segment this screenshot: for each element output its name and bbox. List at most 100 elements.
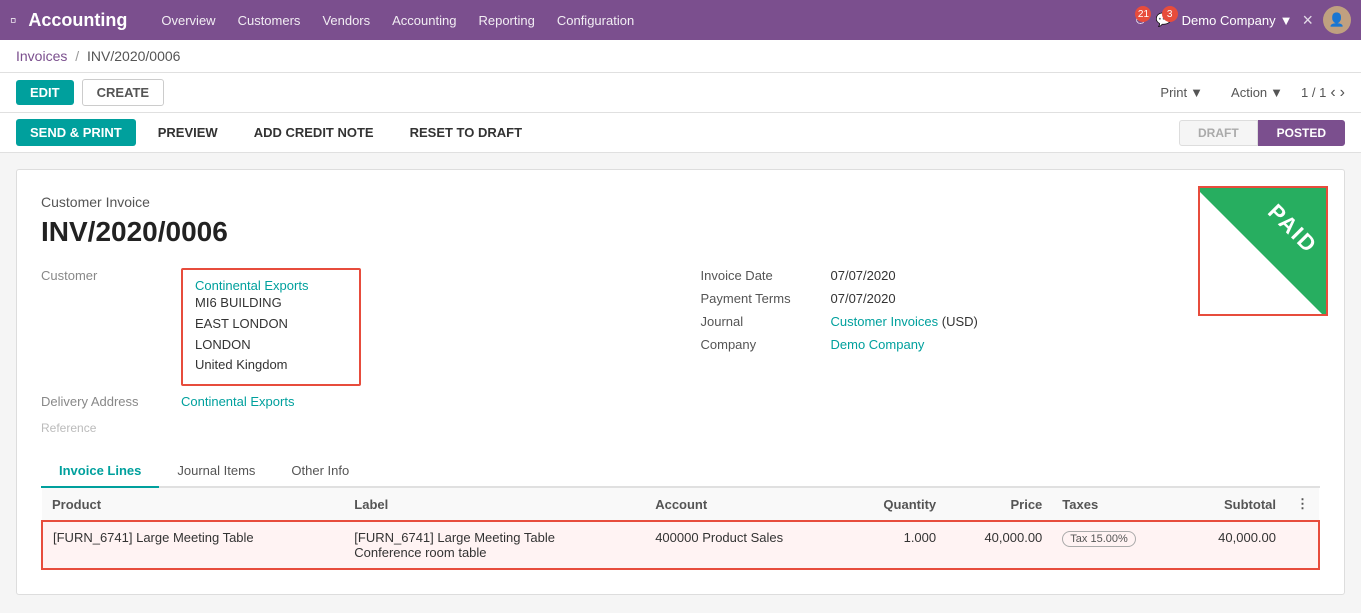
main-content: PAID Customer Invoice INV/2020/0006 Cust… <box>0 153 1361 611</box>
add-credit-note-button[interactable]: ADD CREDIT NOTE <box>240 119 388 146</box>
status-draft[interactable]: DRAFT <box>1179 120 1258 146</box>
grid-icon[interactable]: ▫ <box>10 10 16 31</box>
cell-quantity: 1.000 <box>847 521 946 569</box>
customer-address: MI6 BUILDING EAST LONDON LONDON United K… <box>195 293 347 376</box>
company-name-label: Demo Company <box>1182 13 1276 28</box>
customer-box: Continental Exports MI6 BUILDING EAST LO… <box>181 268 361 386</box>
chat-button[interactable]: 💬 3 <box>1155 12 1171 28</box>
col-price: Price <box>946 488 1052 521</box>
label-line1: [FURN_6741] Large Meeting Table <box>354 530 635 545</box>
breadcrumb-current: INV/2020/0006 <box>87 48 180 64</box>
payment-terms-label: Payment Terms <box>701 291 831 306</box>
table-row: [FURN_6741] Large Meeting Table [FURN_67… <box>42 521 1319 569</box>
reference-label: Reference <box>41 421 661 435</box>
customer-label: Customer <box>41 268 181 283</box>
cell-account: 400000 Product Sales <box>645 521 847 569</box>
send-print-button[interactable]: SEND & PRINT <box>16 119 136 146</box>
company-row: Company Demo Company <box>701 337 1321 352</box>
col-label: Label <box>344 488 645 521</box>
company-label: Company <box>701 337 831 352</box>
action-label: Action <box>1231 85 1267 100</box>
print-label: Print <box>1160 85 1187 100</box>
status-bar: DRAFT POSTED <box>1179 120 1345 146</box>
breadcrumb-parent[interactable]: Invoices <box>16 48 67 64</box>
cell-label: [FURN_6741] Large Meeting Table Conferen… <box>344 521 645 569</box>
invoice-type: Customer Invoice <box>41 194 1320 210</box>
invoice-date-value: 07/07/2020 <box>831 268 896 283</box>
edit-button[interactable]: EDIT <box>16 80 74 105</box>
journal-label: Journal <box>701 314 831 329</box>
nav-overview[interactable]: Overview <box>153 13 223 28</box>
tab-invoice-lines[interactable]: Invoice Lines <box>41 455 159 488</box>
chevron-down-icon: ▼ <box>1280 13 1293 28</box>
company-selector[interactable]: Demo Company ▼ <box>1182 13 1293 28</box>
journal-value-link[interactable]: Customer Invoices <box>831 314 939 329</box>
delivery-address-label: Delivery Address <box>41 394 181 409</box>
close-button[interactable]: × <box>1302 10 1313 31</box>
col-account: Account <box>645 488 847 521</box>
tab-journal-items[interactable]: Journal Items <box>159 455 273 488</box>
action-bar: EDIT CREATE Print ▼ Action ▼ 1 / 1 ‹ › <box>0 73 1361 113</box>
invoice-number: INV/2020/0006 <box>41 216 1320 248</box>
secondary-bar: SEND & PRINT PREVIEW ADD CREDIT NOTE RES… <box>0 113 1361 153</box>
paid-stamp-wrapper: PAID <box>1198 186 1328 316</box>
address-line3: LONDON <box>195 335 347 356</box>
tab-other-info[interactable]: Other Info <box>273 455 367 488</box>
invoice-card: PAID Customer Invoice INV/2020/0006 Cust… <box>16 169 1345 595</box>
avatar[interactable]: 👤 <box>1323 6 1351 34</box>
col-taxes: Taxes <box>1052 488 1179 521</box>
user-icon: 👤 <box>1329 12 1345 28</box>
cell-options <box>1286 521 1319 569</box>
invoice-table: Product Label Account Quantity Price Tax… <box>41 488 1320 570</box>
journal-row: Journal Customer Invoices (USD) <box>701 314 1321 329</box>
nav-vendors[interactable]: Vendors <box>314 13 378 28</box>
next-page-button[interactable]: › <box>1340 84 1345 102</box>
col-options: ⋮ <box>1286 488 1319 521</box>
cell-product: [FURN_6741] Large Meeting Table <box>42 521 344 569</box>
payment-terms-value: 07/07/2020 <box>831 291 896 306</box>
reset-to-draft-button[interactable]: RESET TO DRAFT <box>396 119 536 146</box>
col-subtotal: Subtotal <box>1180 488 1286 521</box>
address-line2: EAST LONDON <box>195 314 347 335</box>
app-name: Accounting <box>28 10 127 31</box>
address-line1: MI6 BUILDING <box>195 293 347 314</box>
breadcrumb-separator: / <box>75 48 79 64</box>
nav-customers[interactable]: Customers <box>230 13 309 28</box>
preview-button[interactable]: PREVIEW <box>144 119 232 146</box>
top-navigation: ▫ Accounting Overview Customers Vendors … <box>0 0 1361 40</box>
pagination: 1 / 1 ‹ › <box>1301 84 1345 102</box>
print-chevron-icon: ▼ <box>1190 85 1203 100</box>
status-posted[interactable]: POSTED <box>1258 120 1345 146</box>
cell-subtotal: 40,000.00 <box>1180 521 1286 569</box>
delivery-field-row: Delivery Address Continental Exports <box>41 394 661 413</box>
delivery-address-value[interactable]: Continental Exports <box>181 394 294 409</box>
action-chevron-icon: ▼ <box>1270 85 1283 100</box>
prev-page-button[interactable]: ‹ <box>1330 84 1335 102</box>
table-header-row: Product Label Account Quantity Price Tax… <box>42 488 1319 521</box>
clock-button[interactable]: ⏱ 21 <box>1135 12 1145 28</box>
nav-accounting[interactable]: Accounting <box>384 13 464 28</box>
action-button[interactable]: Action ▼ <box>1221 80 1293 105</box>
invoice-date-label: Invoice Date <box>701 268 831 283</box>
chat-badge: 3 <box>1162 6 1178 22</box>
left-fields: Customer Continental Exports MI6 BUILDIN… <box>41 268 661 435</box>
journal-currency: (USD) <box>942 314 978 329</box>
invoice-fields: Customer Continental Exports MI6 BUILDIN… <box>41 268 1320 435</box>
col-product: Product <box>42 488 344 521</box>
nav-configuration[interactable]: Configuration <box>549 13 642 28</box>
company-value-link[interactable]: Demo Company <box>831 337 925 352</box>
pagination-text: 1 / 1 <box>1301 85 1326 100</box>
customer-name-link[interactable]: Continental Exports <box>195 278 308 293</box>
address-line4: United Kingdom <box>195 355 347 376</box>
cell-price: 40,000.00 <box>946 521 1052 569</box>
col-quantity: Quantity <box>847 488 946 521</box>
cell-taxes: Tax 15.00% <box>1052 521 1179 569</box>
breadcrumb: Invoices / INV/2020/0006 <box>0 40 1361 73</box>
create-button[interactable]: CREATE <box>82 79 164 106</box>
customer-field-row: Customer Continental Exports MI6 BUILDIN… <box>41 268 661 386</box>
journal-value: Customer Invoices (USD) <box>831 314 978 329</box>
tax-badge: Tax 15.00% <box>1062 531 1135 547</box>
clock-badge: 21 <box>1135 6 1151 22</box>
nav-reporting[interactable]: Reporting <box>470 13 542 28</box>
print-button[interactable]: Print ▼ <box>1150 80 1213 105</box>
